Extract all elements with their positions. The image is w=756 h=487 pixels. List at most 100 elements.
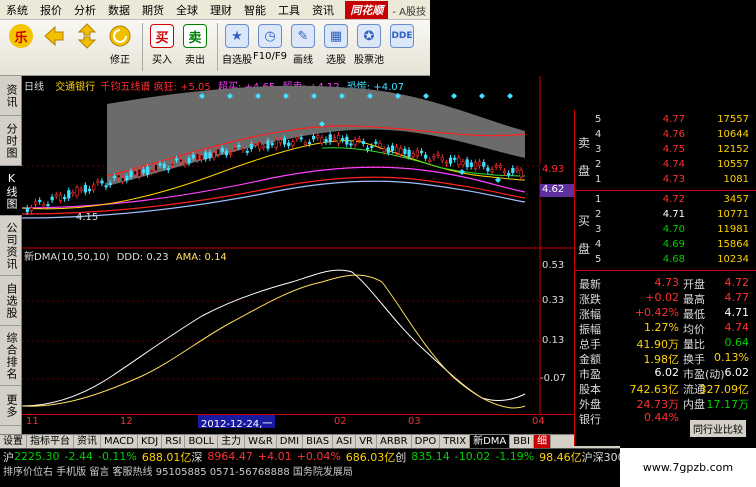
toolbar-separator <box>217 23 218 71</box>
candle-body <box>96 180 100 184</box>
orderbook-level: 1 <box>595 194 602 205</box>
stock-pool-button[interactable]: ✪ 股票池 <box>354 20 384 74</box>
dde-button[interactable]: DDE <box>387 20 417 74</box>
stats-key: 市盈 <box>579 368 601 381</box>
tab-arbr[interactable]: ARBR <box>377 434 412 449</box>
tab-bbi[interactable]: BBI <box>510 434 534 449</box>
stats-row: 最新 4.73 开盘 4.72 <box>575 276 756 291</box>
brand: 同花顺 - A股技 <box>345 0 430 20</box>
industry-compare-button[interactable]: 同行业比较 <box>690 420 746 437</box>
quote-panel: 卖 盘 买 盘 5 4.77 17557 4 4.76 10644 3 4.75 12152 2 4… <box>574 110 756 446</box>
favorites-icon: ★ <box>225 24 249 48</box>
draw-line-button[interactable]: ✎ 画线 <box>288 20 318 74</box>
candle-body <box>386 147 390 153</box>
buy-button[interactable]: 买 买入 <box>147 20 177 74</box>
tab-wr[interactable]: W&R <box>245 434 277 449</box>
sell-button[interactable]: 卖 卖出 <box>180 20 210 74</box>
menu-quote[interactable]: 报价 <box>34 2 68 18</box>
tab-company-news[interactable]: 公司资讯 <box>0 216 22 276</box>
candle-body <box>187 157 191 164</box>
stats-value: 4.74 <box>724 321 750 334</box>
tab-more[interactable]: 更多 <box>0 386 22 426</box>
sz-change: +4.01 <box>257 450 292 463</box>
tab-info[interactable]: 资讯 <box>74 434 101 449</box>
candle-body <box>38 199 42 202</box>
menu-finance[interactable]: 理财 <box>204 2 238 18</box>
price-tag-upper: 4.93 <box>542 164 565 175</box>
tab-trix[interactable]: TRIX <box>440 434 471 449</box>
candle-body <box>453 157 457 160</box>
tab-kdj[interactable]: KDJ <box>138 434 163 449</box>
back-arrow-icon <box>42 24 66 48</box>
orderbook-row[interactable]: 4 4.76 10644 <box>575 129 756 144</box>
tab-ranking[interactable]: 综合排名 <box>0 326 22 386</box>
orderbook-row[interactable]: 5 4.77 17557 <box>575 114 756 129</box>
candle-body <box>411 153 415 158</box>
date-label: 03 <box>408 416 421 427</box>
tab-asi[interactable]: ASI <box>333 434 357 449</box>
tab-dpo[interactable]: DPO <box>412 434 441 449</box>
stock-select-button[interactable]: ▦ 选股 <box>321 20 351 74</box>
orderbook-row[interactable]: 1 4.73 1081 <box>575 174 756 189</box>
tab-indicator-platform[interactable]: 指标平台 <box>27 434 74 449</box>
menu-system[interactable]: 系统 <box>0 2 34 18</box>
candle-body <box>320 137 324 144</box>
menu-data[interactable]: 数据 <box>102 2 136 18</box>
stats-key: 均价 <box>683 323 705 336</box>
orderbook-volume: 1081 <box>723 174 749 185</box>
tab-watchlist[interactable]: 自选股 <box>0 276 22 326</box>
home-icon: 乐 <box>9 24 33 48</box>
stats-row: 外盘 24.73万 内盘 17.17万 <box>575 396 756 411</box>
home-button[interactable]: 乐 <box>6 20 36 74</box>
candle-body <box>137 168 141 177</box>
kline-chart-area[interactable]: 日线 交通银行 千钧五线谱 疯狂: +5.05 超买: +4.65 超卖: +4… <box>22 76 574 434</box>
bottom-bar: 排序价位右 手机版 留言 客服热线 95105885 0571-56768888… <box>0 464 620 487</box>
tab-vr[interactable]: VR <box>356 434 378 449</box>
orderbook-row[interactable]: 2 4.71 10771 <box>575 209 756 224</box>
candle-body <box>183 162 187 165</box>
tab-bias[interactable]: BIAS <box>303 434 334 449</box>
candle-body <box>502 170 507 173</box>
tab-main-force[interactable]: 主力 <box>218 434 246 449</box>
stats-key: 总手 <box>579 338 601 351</box>
candle-body <box>511 167 515 173</box>
stats-key: 涨幅 <box>579 308 601 321</box>
candle-body <box>166 168 171 171</box>
tab-intraday[interactable]: 分时图 <box>0 116 22 166</box>
menu-news[interactable]: 资讯 <box>306 2 340 18</box>
orderbook-row[interactable]: 2 4.74 10557 <box>575 159 756 174</box>
f10-button[interactable]: ◷ F10/F9 <box>253 20 287 74</box>
date-axis: 11 12 2012-12-24,一 02 03 04 <box>22 414 574 430</box>
orderbook-row[interactable]: 3 4.70 11981 <box>575 224 756 239</box>
menu-global[interactable]: 全球 <box>170 2 204 18</box>
candle-body <box>100 180 104 184</box>
sub-indicator-info: 新DMA(10,50,10) DDD: 0.23 AMA: 0.14 <box>24 248 227 263</box>
tab-new-dma[interactable]: 新DMA <box>470 434 511 449</box>
orderbook-row[interactable]: 3 4.75 12152 <box>575 144 756 159</box>
orderbook-row[interactable]: 4 4.69 15864 <box>575 239 756 254</box>
tab-settings[interactable]: 设置 <box>0 434 27 449</box>
candle-body <box>424 154 428 159</box>
menu-analysis[interactable]: 分析 <box>68 2 102 18</box>
menu-tools[interactable]: 工具 <box>272 2 306 18</box>
tab-dmi[interactable]: DMI <box>277 434 304 449</box>
stats-value: 6.02 <box>724 366 750 379</box>
ddd-value: 0.23 <box>146 252 169 263</box>
tab-rsi[interactable]: RSI <box>162 434 186 449</box>
orderbook-row[interactable]: 5 4.68 10234 <box>575 254 756 269</box>
orderbook-row[interactable]: 1 4.72 3457 <box>575 194 756 209</box>
tab-detail[interactable]: 细 <box>533 434 551 449</box>
candle-body <box>419 150 424 153</box>
menu-smart[interactable]: 智能 <box>238 2 272 18</box>
menu-futures[interactable]: 期货 <box>136 2 170 18</box>
tab-macd[interactable]: MACD <box>101 434 138 449</box>
tab-boll[interactable]: BOLL <box>185 434 219 449</box>
candle-body <box>403 148 407 155</box>
tab-news[interactable]: 资讯 <box>0 76 22 116</box>
tab-kline[interactable]: K线图 <box>0 166 22 216</box>
back-button[interactable] <box>39 20 69 74</box>
favorites-button[interactable]: ★ 自选股 <box>222 20 252 74</box>
updown-button[interactable] <box>72 20 102 74</box>
candle-body <box>498 165 503 168</box>
refresh-button[interactable]: 修正 <box>105 20 135 74</box>
